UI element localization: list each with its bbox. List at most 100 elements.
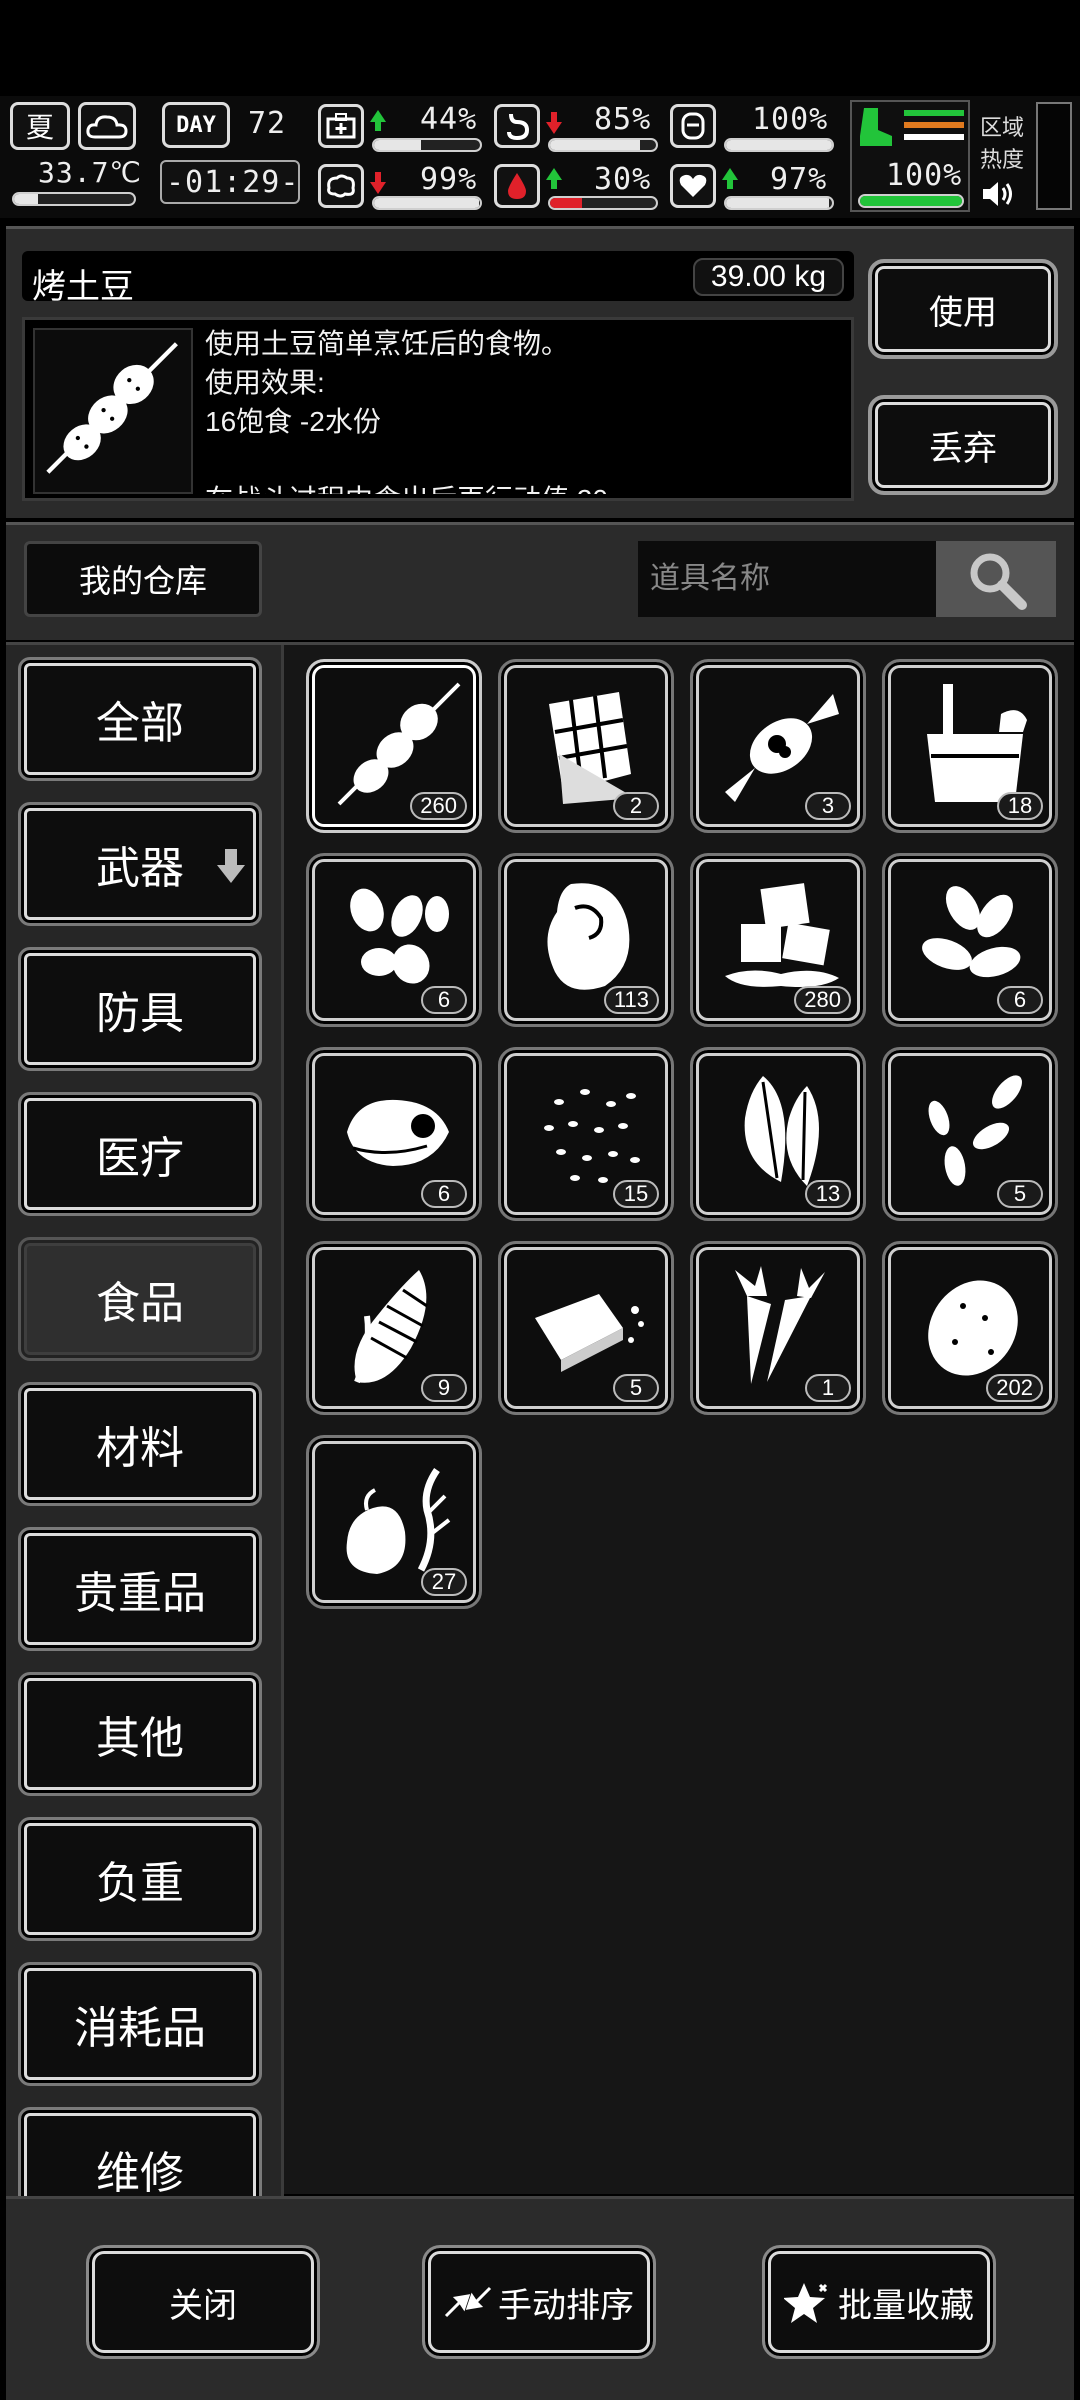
manual-sort-button[interactable]: 手动排序: [422, 2245, 656, 2359]
brain-icon: [318, 164, 364, 208]
category-load[interactable]: 负重: [18, 1817, 262, 1941]
item-count: 202: [986, 1374, 1043, 1402]
zone-heat-label-2: 热度: [980, 147, 1025, 172]
heart-value: 97%: [770, 162, 828, 197]
item-count: 15: [613, 1180, 659, 1208]
manual-sort-label: 手动排序: [498, 2286, 634, 2325]
item-count: 280: [794, 986, 851, 1014]
item-count: 5: [997, 1180, 1043, 1208]
stomach-icon: [494, 104, 540, 148]
item-count: 260: [410, 792, 467, 820]
trend-up-icon: [722, 168, 738, 189]
warehouse-title-text: 我的仓库: [78, 563, 207, 599]
category-other[interactable]: 其他: [18, 1672, 262, 1796]
clock-time: -01:29-: [166, 165, 300, 200]
item-count: 6: [997, 986, 1043, 1014]
weather-cloud-icon: [78, 102, 136, 150]
item-count: 6: [421, 986, 467, 1014]
category-label: 材料: [96, 1424, 184, 1473]
arrow-down-icon: [217, 849, 245, 883]
inventory-slot[interactable]: 6: [306, 1047, 482, 1221]
category-weapons[interactable]: 武器: [18, 802, 262, 926]
trend-down-icon: [546, 112, 562, 134]
inventory-slot[interactable]: 6: [306, 853, 482, 1027]
item-count: 113: [603, 986, 659, 1014]
inventory-slot[interactable]: 2: [498, 659, 674, 833]
item-count: 3: [805, 792, 851, 820]
boot-icon: [860, 108, 892, 146]
close-button-label: 关闭: [169, 2286, 237, 2325]
zone-heat[interactable]: 区域 热度: [980, 110, 1032, 210]
heart-bar: [724, 196, 834, 210]
category-medical[interactable]: 医疗: [18, 1092, 262, 1216]
trend-up-icon: [546, 168, 562, 189]
item-count: 27: [421, 1568, 467, 1596]
close-button[interactable]: 关闭: [86, 2245, 320, 2359]
batch-favorite-button[interactable]: 批量收藏: [762, 2245, 996, 2359]
stamina-panel: 100%: [850, 100, 970, 212]
satiety-value: 85%: [594, 102, 652, 137]
inventory-slot[interactable]: 27: [306, 1435, 482, 1609]
blood-value: 30%: [594, 162, 652, 197]
bottom-toolbar: 关闭 手动排序 批量收藏: [6, 2196, 1074, 2400]
season-badge: 夏: [10, 102, 70, 150]
category-armor[interactable]: 防具: [18, 947, 262, 1071]
armor-icon: [670, 104, 716, 148]
inventory-slot[interactable]: 13: [690, 1047, 866, 1221]
category-label: 医疗: [96, 1134, 184, 1183]
item-count: 6: [421, 1180, 467, 1208]
category-label: 防具: [96, 989, 184, 1038]
discard-button[interactable]: 丢弃: [868, 395, 1058, 495]
category-materials[interactable]: 材料: [18, 1382, 262, 1506]
inventory-slot[interactable]: 280: [690, 853, 866, 1027]
day-badge: DAY: [162, 102, 230, 148]
inventory-slot[interactable]: 3: [690, 659, 866, 833]
season-label: 夏: [25, 112, 54, 143]
category-label: 武器: [96, 844, 184, 893]
trend-down-icon: [370, 172, 386, 194]
inventory-slot[interactable]: 9: [306, 1241, 482, 1415]
stamina-lines-icon: [904, 110, 964, 140]
category-all[interactable]: 全部: [18, 657, 262, 781]
day-label: DAY: [176, 112, 216, 138]
use-button[interactable]: 使用: [868, 259, 1058, 359]
category-label: 食品: [96, 1279, 184, 1328]
inventory-slot[interactable]: 18: [882, 659, 1058, 833]
category-label: 负重: [96, 1859, 184, 1908]
mind-value: 99%: [420, 162, 478, 197]
category-sidebar[interactable]: 全部 武器 防具 医疗 食品 材料 贵重品 其他 负重 消耗品 维修: [6, 645, 284, 2197]
zone-heat-label-1: 区域: [980, 115, 1025, 140]
inventory-slot[interactable]: 202: [882, 1241, 1058, 1415]
category-valuables[interactable]: 贵重品: [18, 1527, 262, 1651]
inventory-slot[interactable]: 6: [882, 853, 1058, 1027]
category-label: 维修: [96, 2149, 184, 2197]
item-search-input[interactable]: [638, 541, 936, 617]
item-weight: 39.00 kg: [692, 258, 844, 296]
health-bar: [372, 138, 482, 152]
blood-drop-icon: [494, 164, 540, 208]
item-count: 9: [421, 1374, 467, 1402]
medkit-icon: [318, 104, 364, 148]
inventory-slot[interactable]: 260: [306, 659, 482, 833]
inventory-slot[interactable]: 5: [882, 1047, 1058, 1221]
search-button[interactable]: [936, 541, 1056, 617]
item-count: 18: [997, 792, 1043, 820]
use-button-label: 使用: [929, 293, 997, 332]
inventory-slot[interactable]: 15: [498, 1047, 674, 1221]
inventory-slot[interactable]: 1: [690, 1241, 866, 1415]
inventory-slot[interactable]: 113: [498, 853, 674, 1027]
search-icon: [970, 553, 1027, 610]
category-consumables[interactable]: 消耗品: [18, 1962, 262, 2086]
category-repair[interactable]: 维修: [18, 2107, 262, 2197]
temperature-readout: 33.7℃: [38, 156, 142, 189]
category-label: 贵重品: [74, 1569, 206, 1618]
blood-bar: [548, 196, 658, 210]
mind-bar: [372, 196, 482, 210]
satiety-bar: [548, 138, 658, 152]
inventory-slot[interactable]: 5: [498, 1241, 674, 1415]
trend-up-icon: [370, 110, 386, 131]
category-food[interactable]: 食品: [18, 1237, 262, 1361]
item-count: 5: [613, 1374, 659, 1402]
speaker-icon[interactable]: [980, 178, 1016, 210]
item-count: 13: [805, 1180, 851, 1208]
